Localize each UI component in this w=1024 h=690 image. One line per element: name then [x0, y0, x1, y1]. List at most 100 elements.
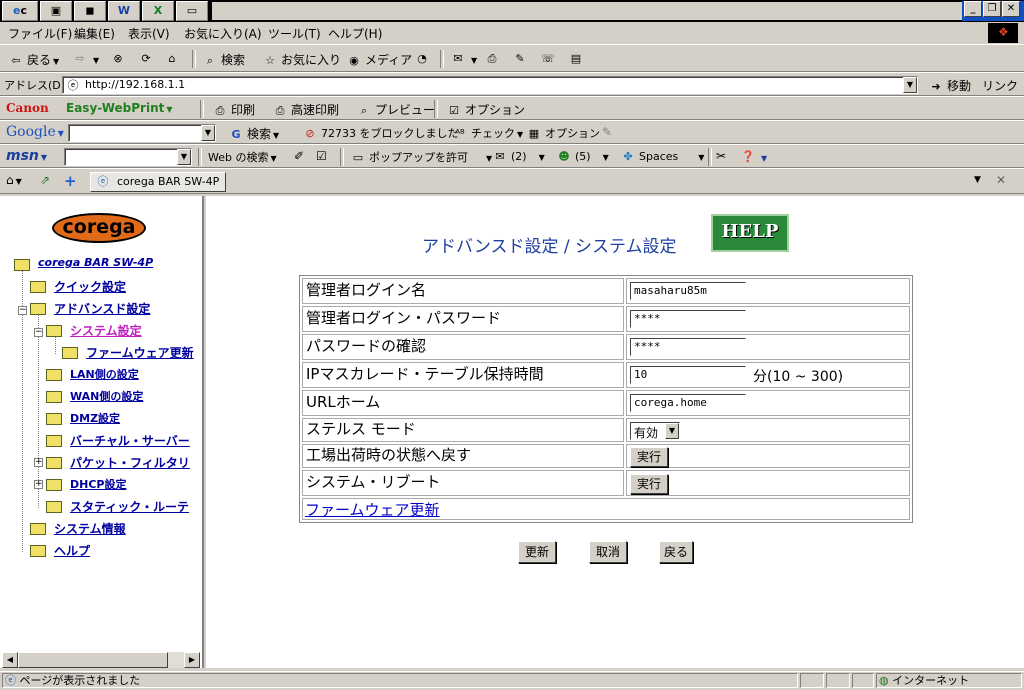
msn-messenger-button[interactable]: ☻ (5) ▼ — [556, 149, 608, 165]
tree-item-advanced[interactable]: アドバンスド設定 — [54, 300, 150, 317]
tab-close-icon[interactable]: ✕ — [996, 173, 1006, 187]
stop-button[interactable]: ⊗ — [110, 51, 129, 67]
back-button[interactable]: ⇦ 戻る ▼ — [8, 51, 59, 69]
password-confirm-input[interactable]: **** — [630, 338, 746, 356]
tab-list-dropdown-icon[interactable]: ▼ — [974, 175, 981, 185]
taskbar-word-button[interactable]: W — [108, 1, 140, 21]
print-button[interactable]: ⎙ — [484, 51, 503, 67]
tree-item-system-info[interactable]: システム情報 — [54, 520, 126, 537]
tree-item-virtual-server[interactable]: バーチャル・サーバー — [70, 432, 190, 449]
google-search-dropdown[interactable]: ▼ — [201, 125, 215, 141]
canon-fast-print-button[interactable]: ⎙ 高速印刷 — [272, 101, 339, 119]
go-button[interactable]: ➜ 移動 — [928, 77, 971, 95]
msn-edit-icon[interactable]: ☑ — [316, 149, 327, 163]
menu-edit[interactable]: 編集(E) — [74, 25, 115, 42]
edit-button[interactable]: ✎ — [512, 51, 531, 67]
tree-item-firmware[interactable]: ファームウェア更新 — [86, 344, 194, 361]
admin-password-input[interactable]: **** — [630, 310, 746, 328]
msn-tools-icon[interactable]: ✂ — [716, 149, 726, 163]
taskbar-excel-button[interactable]: X — [142, 1, 174, 21]
history-button[interactable]: ◔ — [414, 51, 433, 67]
minimize-icon[interactable]: _ — [964, 1, 982, 17]
menu-help[interactable]: ヘルプ(H) — [328, 25, 382, 42]
tab-home-icon[interactable]: ⌂ ▼ — [6, 173, 22, 187]
taskbar-folder-button[interactable]: ▭ — [176, 1, 208, 21]
msn-search-dropdown[interactable]: ▼ — [177, 149, 191, 165]
update-button[interactable]: 更新 — [518, 541, 556, 563]
taskbar-ie-button[interactable]: ec — [2, 1, 38, 21]
url-home-input[interactable]: corega.home — [630, 394, 746, 412]
factory-reset-button[interactable]: 実行 — [630, 447, 668, 467]
tree-item-help[interactable]: ヘルプ — [54, 542, 90, 559]
tree-item-dmz[interactable]: DMZ設定 — [70, 410, 120, 426]
canon-print-button[interactable]: ⎙ 印刷 — [212, 101, 255, 119]
google-options-button[interactable]: ▦ オプション — [526, 125, 600, 142]
menu-favorites[interactable]: お気に入り(A) — [184, 25, 262, 42]
collapse-icon[interactable]: − — [18, 306, 27, 315]
collapse-icon[interactable]: − — [34, 328, 43, 337]
add-tab-icon[interactable]: + — [64, 172, 77, 190]
msn-logo[interactable]: msn ▼ — [6, 148, 47, 164]
system-reboot-button[interactable]: 実行 — [630, 474, 668, 494]
tree-item-system[interactable]: システム設定 — [70, 322, 142, 339]
help-button[interactable]: HELP — [711, 214, 789, 252]
tree-item-lan[interactable]: LAN側の設定 — [70, 366, 139, 382]
favorites-button[interactable]: ☆ お気に入り — [262, 51, 341, 69]
stealth-mode-select[interactable]: 有効 ▼ — [630, 422, 680, 440]
expand-icon[interactable]: + — [34, 458, 43, 467]
chevron-down-icon[interactable]: ▼ — [665, 423, 679, 439]
taskbar-app-button[interactable]: ◼ — [74, 1, 106, 21]
mail-button[interactable]: ✉ ▼ — [450, 51, 477, 67]
google-logo[interactable]: Google ▼ — [6, 124, 64, 140]
popup-blocked-button[interactable]: ⊘ 72733 をブロックしました — [302, 125, 458, 142]
canon-preview-button[interactable]: ⌕ プレビュー — [356, 101, 435, 119]
left-horizontal-scrollbar[interactable]: ◀ ▶ — [2, 652, 200, 668]
media-button[interactable]: ◉ メディア — [346, 51, 412, 69]
msn-help-button[interactable]: ❓ ▼ — [740, 149, 767, 165]
scroll-left-icon[interactable]: ◀ — [2, 652, 18, 668]
easy-webprint-menu[interactable]: Easy-WebPrint ▼ — [66, 101, 173, 115]
refresh-button[interactable]: ⟳ — [138, 51, 157, 67]
scroll-thumb[interactable] — [18, 652, 168, 668]
ip-masquerade-input[interactable]: 10 — [630, 366, 746, 384]
tree-root[interactable]: corega BAR SW-4P — [38, 256, 153, 269]
scroll-right-icon[interactable]: ▶ — [184, 652, 200, 668]
address-input[interactable]: ⓔ http://192.168.1.1 ▼ — [62, 76, 918, 94]
menu-file[interactable]: ファイル(F) — [8, 25, 72, 42]
maximize-icon[interactable]: ❐ — [983, 1, 1001, 17]
close-icon[interactable]: ✕ — [1002, 1, 1020, 17]
notes-button[interactable]: ▤ — [568, 51, 587, 67]
cancel-button[interactable]: 取消 — [589, 541, 627, 563]
msn-spaces-button[interactable]: ✤ Spaces ▼ — [620, 149, 704, 165]
discuss-button[interactable]: ☏ — [540, 51, 559, 67]
tab-corega[interactable]: ⓔ corega BAR SW-4P — [90, 172, 226, 192]
links-button[interactable]: リンク — [982, 77, 1018, 94]
tab-new-icon[interactable]: ⇗ — [40, 173, 50, 187]
spellcheck-button[interactable]: ᴬᴮ チェック ▼ — [452, 125, 523, 142]
msn-search-input[interactable]: ▼ — [64, 148, 192, 166]
tree-item-static-routing[interactable]: スタティック・ルーテ — [70, 498, 189, 515]
google-search-input[interactable]: ▼ — [68, 124, 216, 142]
expand-icon[interactable]: + — [34, 480, 43, 489]
tree-item-packet-filter[interactable]: パケット・フィルタリ — [70, 454, 190, 471]
firmware-update-link[interactable]: ファームウェア更新 — [305, 499, 440, 520]
google-search-button[interactable]: G 検索 ▼ — [228, 125, 279, 143]
forward-button[interactable]: ⇨ ▼ — [72, 51, 99, 67]
menu-view[interactable]: 表示(V) — [128, 25, 170, 42]
menu-tools[interactable]: ツール(T) — [268, 25, 321, 42]
home-button[interactable]: ⌂ — [164, 51, 183, 67]
canon-options-button[interactable]: ☑ オプション — [446, 101, 525, 119]
taskbar-window-button[interactable]: ▣ — [40, 1, 72, 21]
tree-item-wan[interactable]: WAN側の設定 — [70, 388, 143, 404]
popup-allow-button[interactable]: ▭ ポップアップを許可 ▼ — [350, 149, 492, 166]
tree-item-quick[interactable]: クイック設定 — [54, 278, 126, 295]
back-page-button[interactable]: 戻る — [659, 541, 693, 563]
highlight-icon[interactable]: ✐ — [294, 149, 304, 163]
tree-item-dhcp[interactable]: DHCP設定 — [70, 476, 126, 492]
msn-web-search-button[interactable]: Web の検索 ▼ — [208, 149, 277, 165]
msn-mail-button[interactable]: ✉ (2) ▼ — [492, 149, 544, 165]
pencil-icon[interactable]: ✎ — [602, 125, 612, 139]
search-button[interactable]: ⌕ 検索 — [202, 51, 245, 69]
admin-name-input[interactable]: masaharu85m — [630, 282, 746, 300]
address-dropdown-button[interactable]: ▼ — [903, 77, 917, 93]
